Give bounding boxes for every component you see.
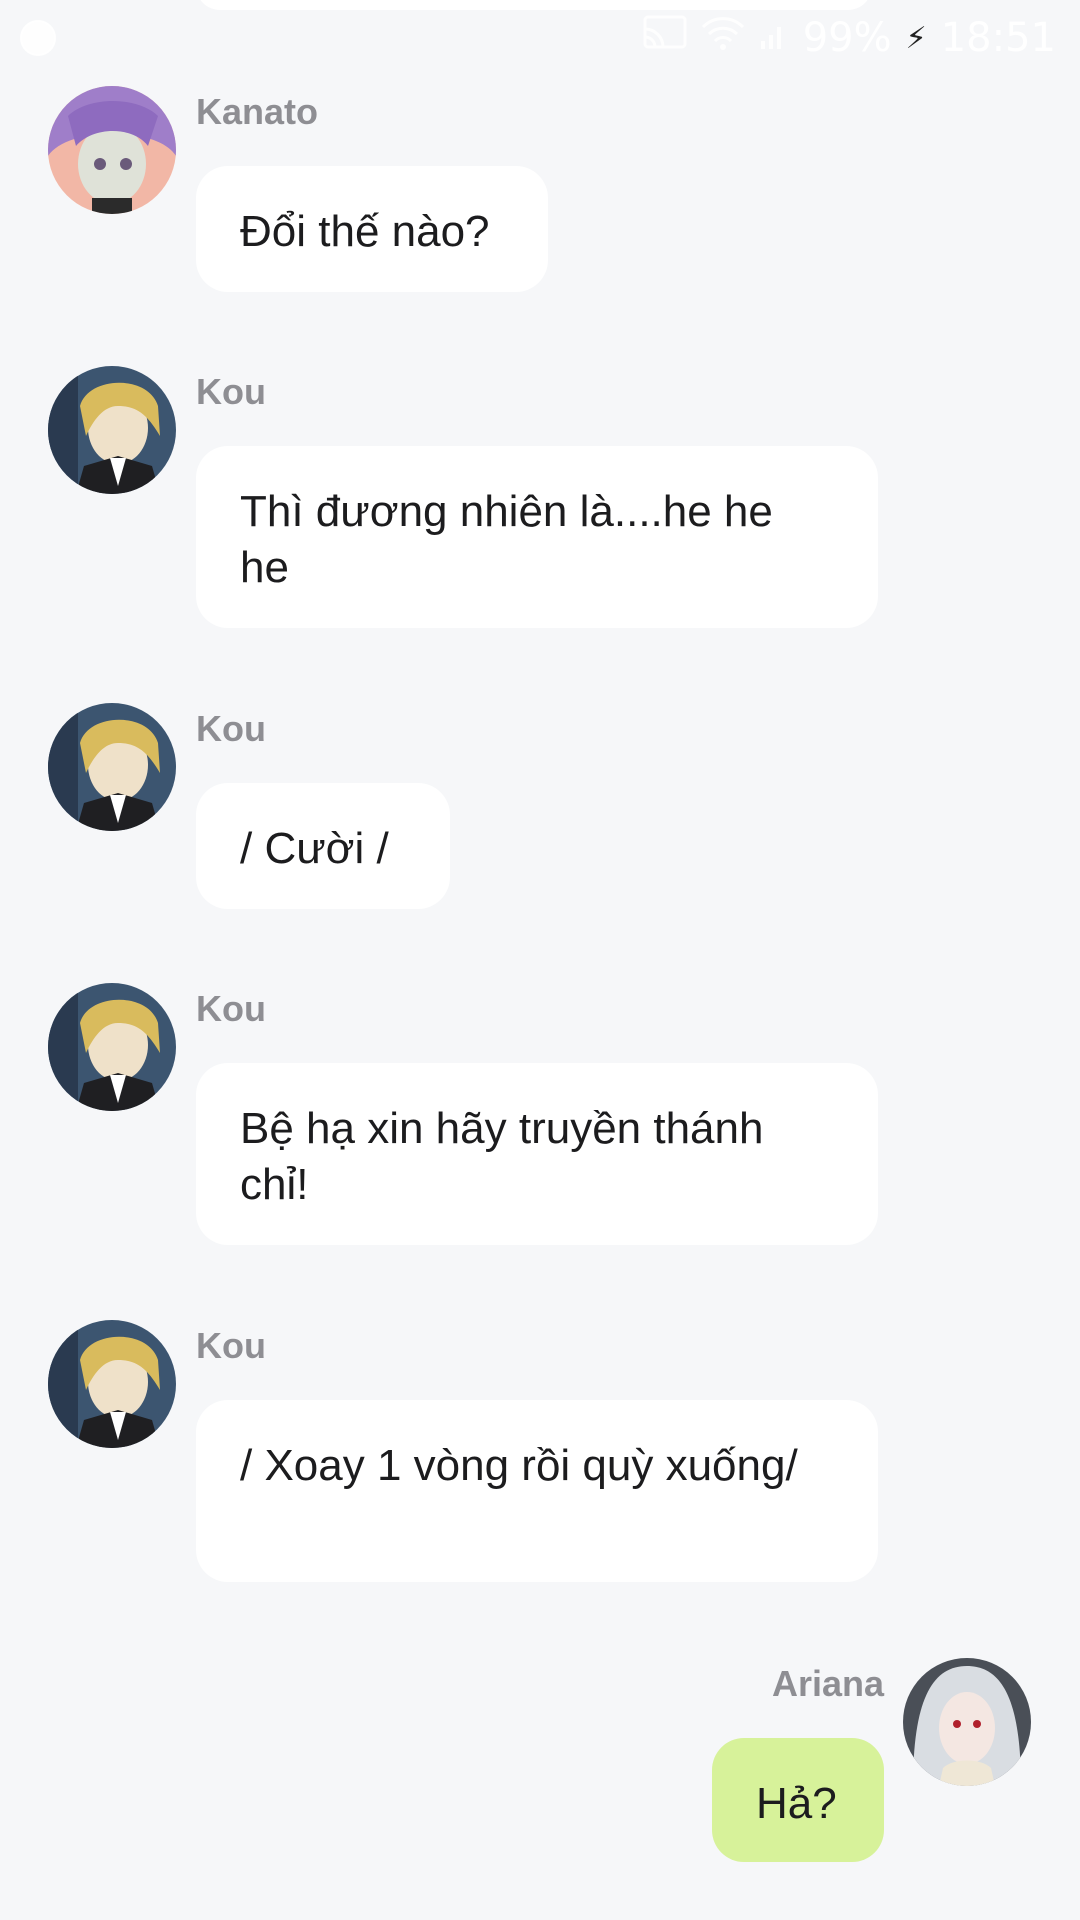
battery-level: 99%	[802, 15, 892, 61]
kanato-avatar[interactable]	[48, 86, 176, 214]
message-bubble[interactable]: Đổi thế nào?	[196, 166, 548, 292]
message-bubble[interactable]: / Xoay 1 vòng rồi quỳ xuống/	[196, 1400, 878, 1582]
kou-avatar[interactable]	[48, 1320, 176, 1448]
message-bubble[interactable]: / Cười /	[196, 783, 450, 909]
clock: 18:51	[940, 15, 1056, 61]
cast-icon	[643, 15, 687, 61]
sender-name: Ariana	[771, 1663, 884, 1704]
status-bar: 99% ⚡ 18:51	[0, 0, 1080, 76]
sender-name: Kou	[196, 988, 266, 1029]
message-bubble-own[interactable]: Hả?	[712, 1738, 884, 1862]
sender-name: Kou	[196, 1325, 266, 1366]
message-bubble[interactable]: Bệ hạ xin hãy truyền thánh chỉ!	[196, 1063, 878, 1245]
message-bubble[interactable]: Thì đương nhiên là....he he he	[196, 446, 878, 628]
sender-name: Kou	[196, 708, 266, 749]
ariana-avatar[interactable]	[903, 1658, 1031, 1786]
sender-name: Kanato	[196, 91, 319, 132]
kou-avatar[interactable]	[48, 983, 176, 1111]
kou-avatar[interactable]	[48, 366, 176, 494]
wifi-icon	[701, 15, 745, 61]
messenger-icon	[20, 20, 56, 56]
signal-icon	[759, 15, 789, 61]
charging-icon: ⚡	[905, 21, 927, 55]
sender-name: Kou	[196, 371, 266, 412]
kou-avatar[interactable]	[48, 703, 176, 831]
status-right-group: 99% ⚡ 18:51	[643, 14, 1056, 62]
